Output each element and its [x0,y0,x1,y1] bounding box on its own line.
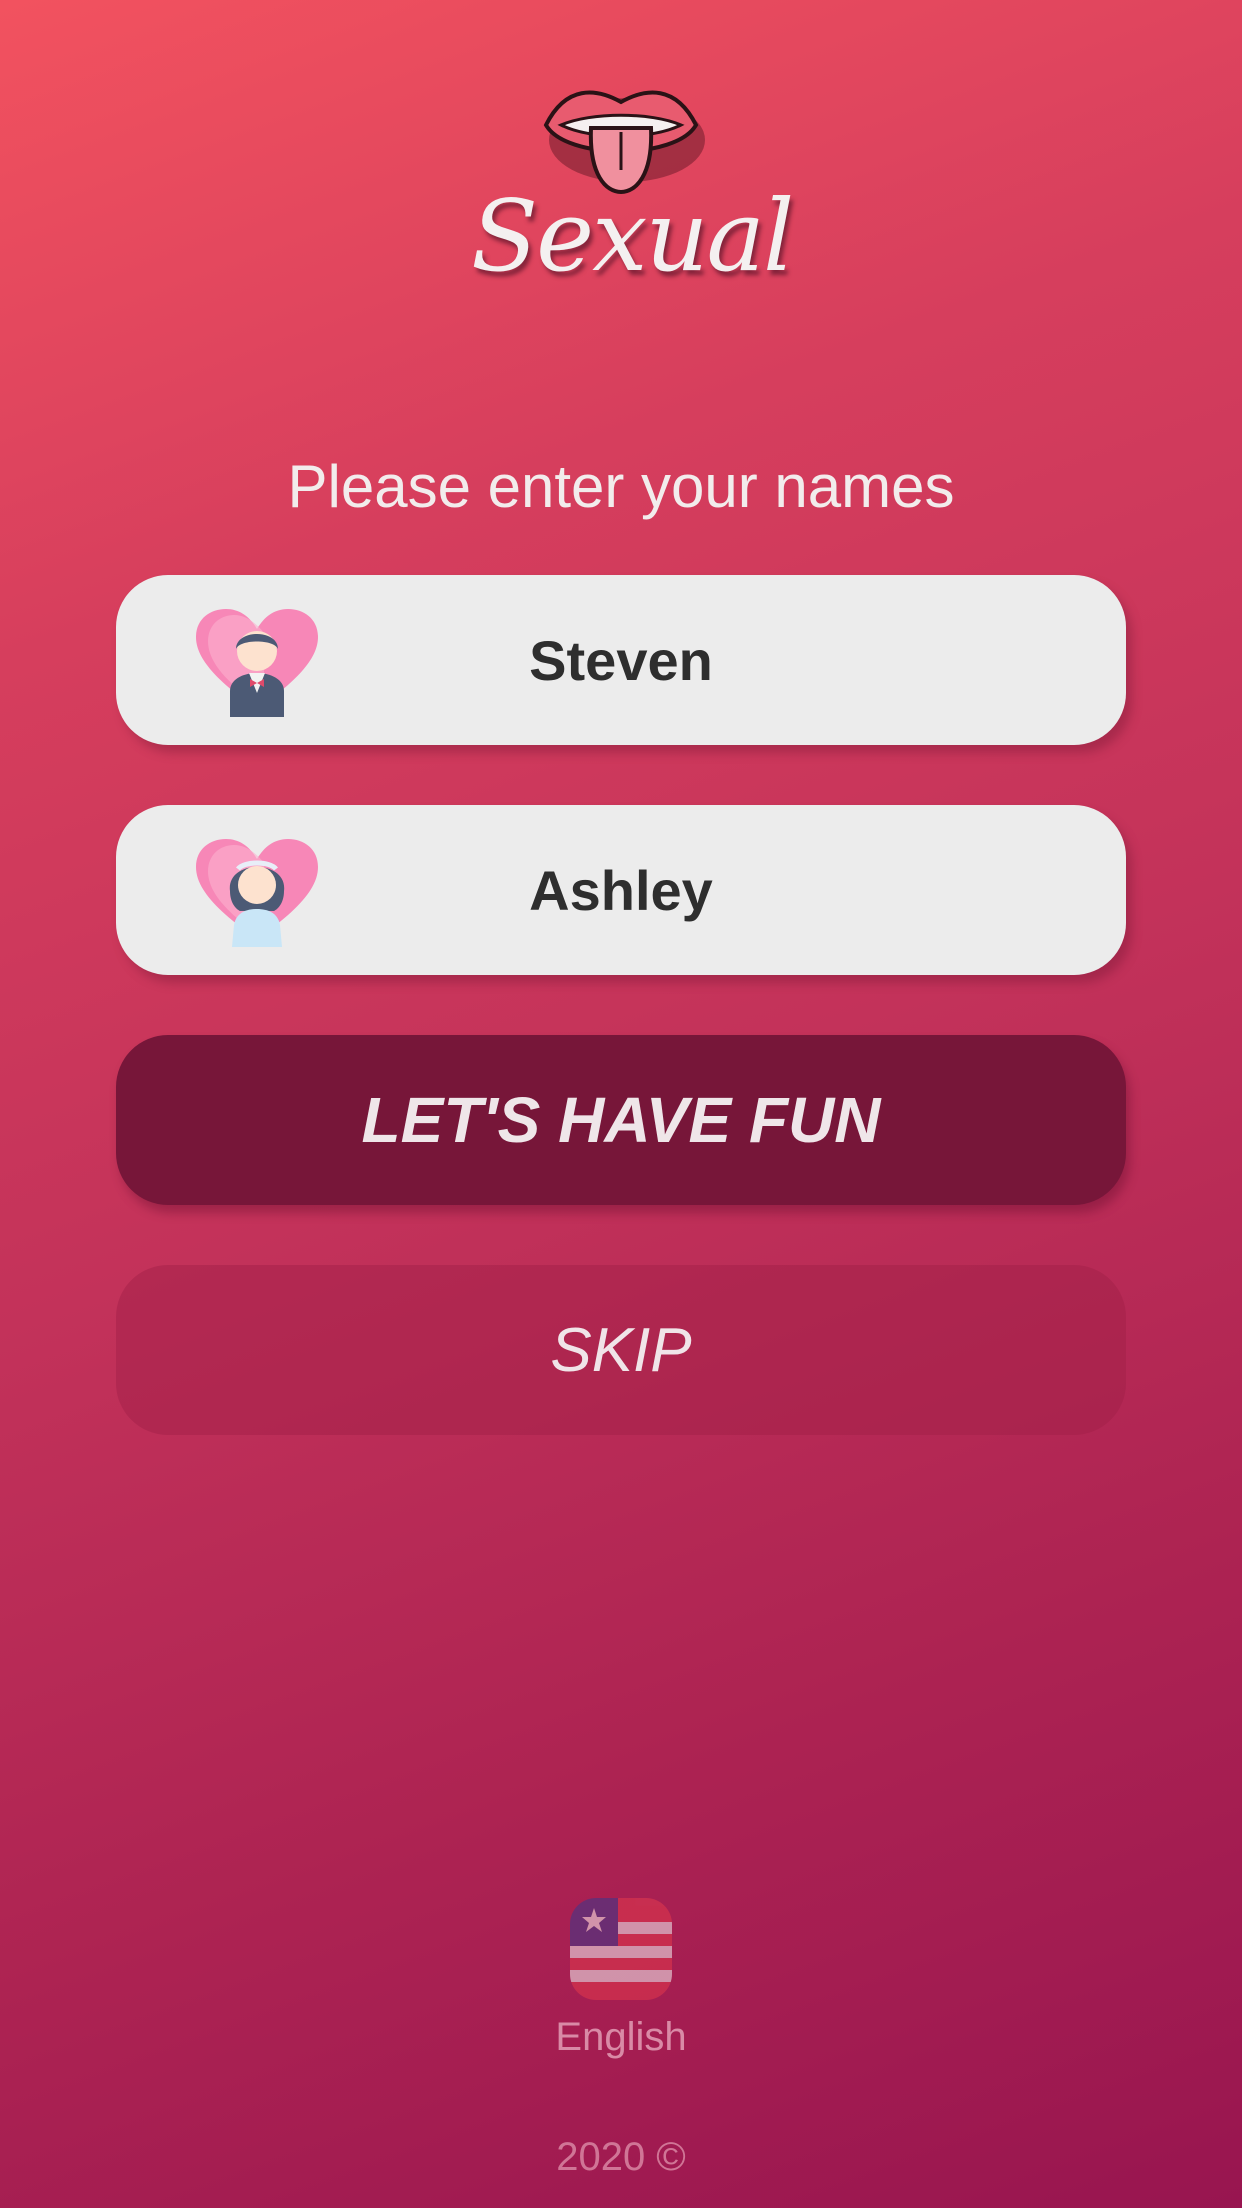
copyright-footer: 2020 © [556,2135,686,2179]
player1-name-field[interactable]: Steven [116,575,1126,745]
us-flag-icon[interactable] [570,1898,672,2000]
player2-name-value: Ashley [529,858,713,922]
lets-have-fun-button[interactable]: LET'S HAVE FUN [116,1035,1126,1205]
skip-button[interactable]: SKIP [116,1265,1126,1435]
app-logo: Sexual [471,70,794,330]
player2-name-field[interactable]: Ashley [116,805,1126,975]
names-prompt: Please enter your names [287,453,955,520]
app-logo-text: Sexual [471,180,794,294]
player1-name-value: Steven [529,628,713,692]
language-label[interactable]: English [0,2015,1242,2060]
